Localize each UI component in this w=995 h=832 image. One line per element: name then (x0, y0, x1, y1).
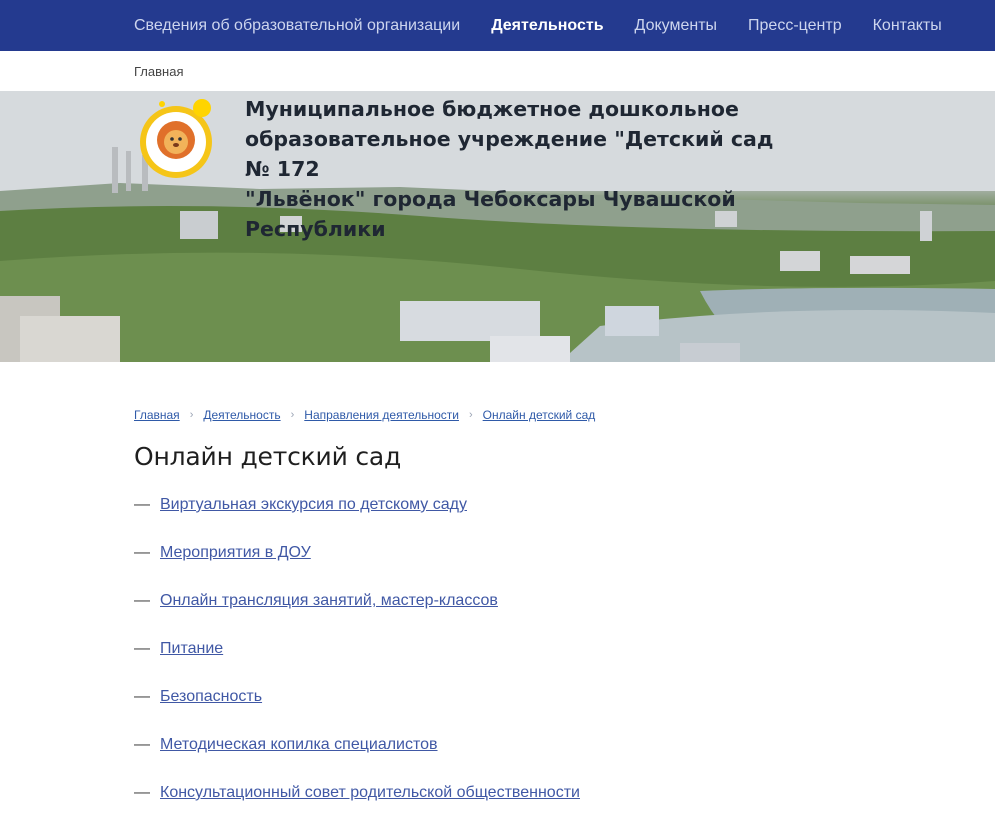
list-dash: — (134, 688, 150, 705)
nav-item-activity[interactable]: Деятельность (491, 17, 603, 35)
breadcrumb-online-kindergarten[interactable]: Онлайн детский сад (483, 408, 596, 422)
lion-logo-icon (140, 99, 212, 178)
link-online-broadcast[interactable]: Онлайн трансляция занятий, мастер-классо… (160, 592, 498, 610)
breadcrumb-chevron-icon: › (189, 409, 194, 421)
list-item: — Методическая копилка специалистов (134, 736, 995, 784)
header-banner: Муниципальное бюджетное дошкольное образ… (0, 91, 995, 362)
list-dash: — (134, 784, 150, 801)
breadcrumb-chevron-icon: › (290, 409, 295, 421)
list-item: — Мероприятия в ДОУ (134, 544, 995, 592)
link-safety[interactable]: Безопасность (160, 688, 262, 706)
list-item: — Питание (134, 640, 995, 688)
list-item: — Безопасность (134, 688, 995, 736)
breadcrumb-directions[interactable]: Направления деятельности (304, 408, 459, 422)
sub-navigation-bar: Главная (0, 51, 995, 91)
nav-item-documents[interactable]: Документы (635, 17, 717, 35)
list-item: — Онлайн трансляция занятий, мастер-клас… (134, 592, 995, 640)
top-navigation: Сведения об образовательной организации … (0, 0, 995, 51)
organization-title-line-3: "Львёнок" города Чебоксары Чувашской Рес… (245, 187, 736, 241)
list-dash: — (134, 544, 150, 561)
organization-title: Муниципальное бюджетное дошкольное образ… (245, 94, 805, 244)
list-dash: — (134, 640, 150, 657)
link-nutrition[interactable]: Питание (160, 640, 223, 658)
breadcrumb-home[interactable]: Главная (134, 408, 180, 422)
list-item: — Консультационный совет родительской об… (134, 784, 995, 832)
organization-title-line-2: образовательное учреждение "Детский сад … (245, 127, 774, 181)
breadcrumb-activity[interactable]: Деятельность (203, 408, 280, 422)
organization-title-line-1: Муниципальное бюджетное дошкольное (245, 97, 739, 121)
breadcrumb: Главная › Деятельность › Направления дея… (134, 408, 995, 422)
nav-item-press-center[interactable]: Пресс-центр (748, 17, 842, 35)
subbar-home-link[interactable]: Главная (134, 64, 183, 79)
page-title: Онлайн детский сад (134, 442, 402, 471)
list-dash: — (134, 496, 150, 513)
list-dash: — (134, 592, 150, 609)
nav-item-organization-info[interactable]: Сведения об образовательной организации (134, 17, 460, 35)
link-methodical-resources[interactable]: Методическая копилка специалистов (160, 736, 438, 754)
link-events[interactable]: Мероприятия в ДОУ (160, 544, 311, 562)
section-link-list: — Виртуальная экскурсия по детскому саду… (134, 496, 995, 832)
main-content: Главная › Деятельность › Направления дея… (0, 408, 995, 832)
link-virtual-tour[interactable]: Виртуальная экскурсия по детскому саду (160, 496, 467, 514)
list-dash: — (134, 736, 150, 753)
nav-item-contacts[interactable]: Контакты (873, 17, 942, 35)
breadcrumb-chevron-icon: › (468, 409, 473, 421)
list-item: — Виртуальная экскурсия по детскому саду (134, 496, 995, 544)
link-parents-council[interactable]: Консультационный совет родительской обще… (160, 784, 580, 802)
